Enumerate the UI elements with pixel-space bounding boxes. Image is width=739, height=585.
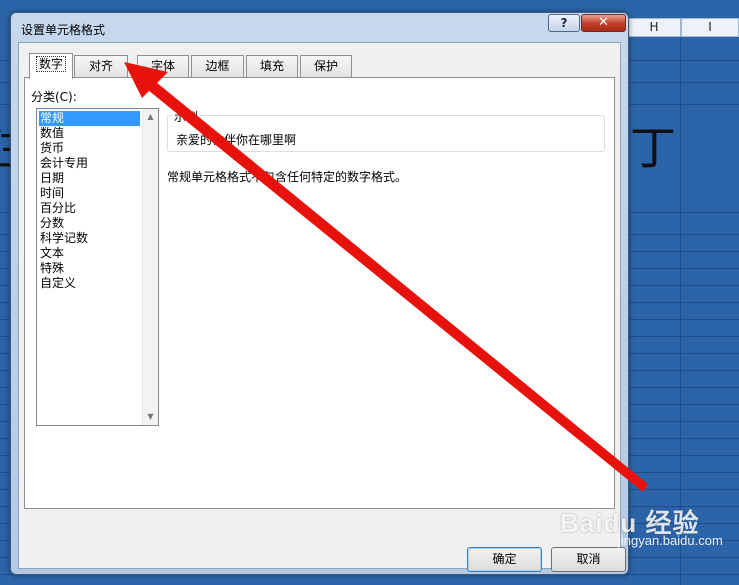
- arrow-shaft: [148, 82, 648, 492]
- tab-number[interactable]: 数字: [29, 53, 73, 79]
- tab-label: 数字: [35, 56, 67, 72]
- annotation-arrow: [124, 62, 648, 492]
- baidu-watermark-url: jingyan.baidu.com: [618, 533, 723, 548]
